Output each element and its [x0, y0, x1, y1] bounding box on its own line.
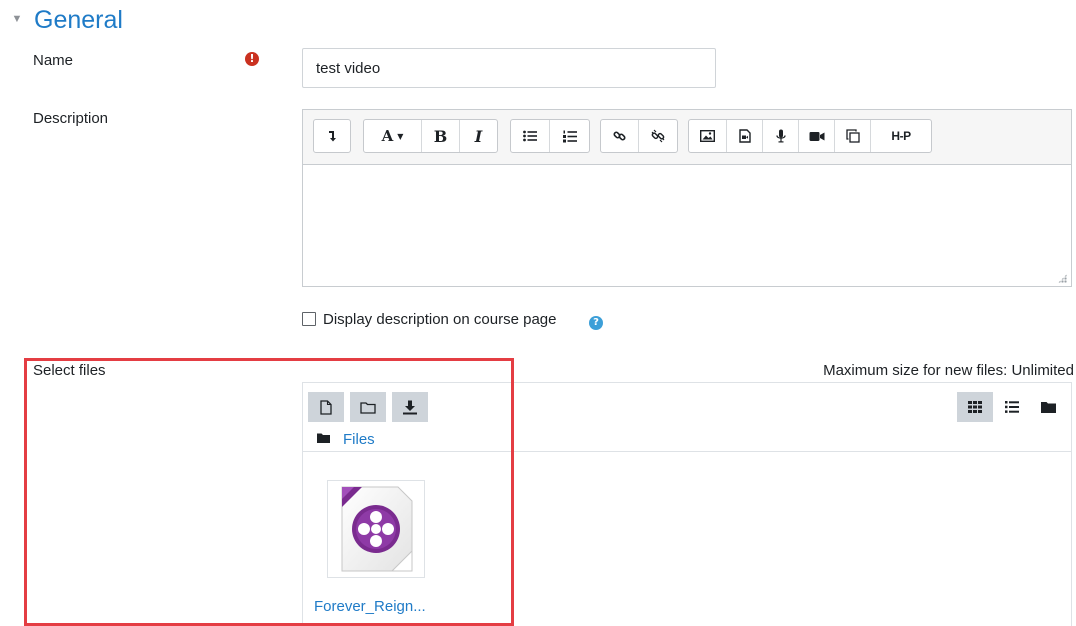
file-manager-header: Files — [303, 383, 1071, 452]
description-editor: A ▼ B I H-P — [302, 109, 1072, 287]
help-icon[interactable]: ? — [589, 316, 603, 330]
unordered-list-icon — [523, 130, 537, 142]
unordered-list-button[interactable] — [511, 120, 550, 152]
h5p-icon: H-P — [891, 129, 911, 143]
resize-handle-icon[interactable] — [1058, 274, 1067, 283]
view-list-button[interactable] — [994, 392, 1030, 422]
name-input[interactable] — [302, 48, 716, 88]
toolbar-group-media: H-P — [688, 119, 932, 153]
toolbar-toggle-icon — [329, 131, 336, 142]
toolbar-toggle-button[interactable] — [314, 120, 350, 152]
select-files-label: Select files — [33, 362, 106, 379]
chevron-down-icon: ▼ — [397, 131, 404, 141]
bold-button[interactable]: B — [422, 120, 460, 152]
view-tree-button[interactable] — [1030, 392, 1066, 422]
h5p-button[interactable]: H-P — [871, 120, 931, 152]
grid-icon — [968, 401, 982, 413]
files-path-link[interactable]: Files — [343, 431, 375, 449]
toolbar-group-lists — [510, 119, 590, 153]
media-button[interactable] — [727, 120, 763, 152]
folder-icon — [1040, 402, 1056, 413]
video-camera-icon — [809, 131, 824, 141]
add-file-button[interactable] — [308, 392, 344, 422]
folder-outline-icon — [360, 401, 376, 414]
manage-files-button[interactable] — [835, 120, 871, 152]
download-button[interactable] — [392, 392, 428, 422]
create-folder-button[interactable] — [350, 392, 386, 422]
image-icon — [700, 130, 715, 142]
display-description-label[interactable]: Display description on course page — [323, 310, 556, 330]
italic-button[interactable]: I — [460, 120, 497, 152]
record-video-button[interactable] — [799, 120, 835, 152]
max-size-text: Maximum size for new files: Unlimited — [823, 362, 1074, 379]
toolbar-group-toggle — [313, 119, 351, 153]
file-manager: Files Forever_Reign... — [302, 382, 1072, 626]
file-thumbnail[interactable] — [327, 480, 425, 578]
ordered-list-icon — [562, 130, 577, 142]
download-icon — [403, 400, 417, 414]
new-file-icon — [320, 399, 332, 415]
section-collapse-icon[interactable]: ▼ — [10, 12, 24, 26]
font-color-label: A — [381, 127, 394, 145]
display-description-checkbox[interactable] — [302, 312, 316, 326]
italic-icon: I — [474, 126, 483, 146]
media-file-icon — [738, 129, 751, 143]
file-name-link[interactable]: Forever_Reign... — [314, 598, 426, 616]
font-color-button[interactable]: A ▼ — [364, 120, 422, 152]
microphone-icon — [775, 129, 786, 143]
record-audio-button[interactable] — [763, 120, 799, 152]
ordered-list-button[interactable] — [550, 120, 589, 152]
link-button[interactable] — [601, 120, 639, 152]
description-label: Description — [33, 110, 109, 127]
view-icons-button[interactable] — [957, 392, 993, 422]
list-icon — [1005, 401, 1019, 413]
folder-icon — [317, 433, 330, 443]
section-title[interactable]: General — [34, 4, 123, 36]
name-label: Name — [33, 52, 74, 69]
video-file-icon — [341, 486, 413, 572]
copy-files-icon — [845, 129, 860, 143]
unlink-icon — [651, 129, 665, 143]
link-icon — [612, 131, 626, 141]
toolbar-group-style: A ▼ B I — [363, 119, 498, 153]
unlink-button[interactable] — [639, 120, 677, 152]
description-textarea[interactable] — [303, 165, 1071, 286]
image-button[interactable] — [689, 120, 727, 152]
bold-icon: B — [433, 126, 448, 146]
editor-toolbar: A ▼ B I H-P — [303, 110, 1071, 165]
required-icon: ! — [245, 52, 259, 66]
toolbar-group-links — [600, 119, 678, 153]
